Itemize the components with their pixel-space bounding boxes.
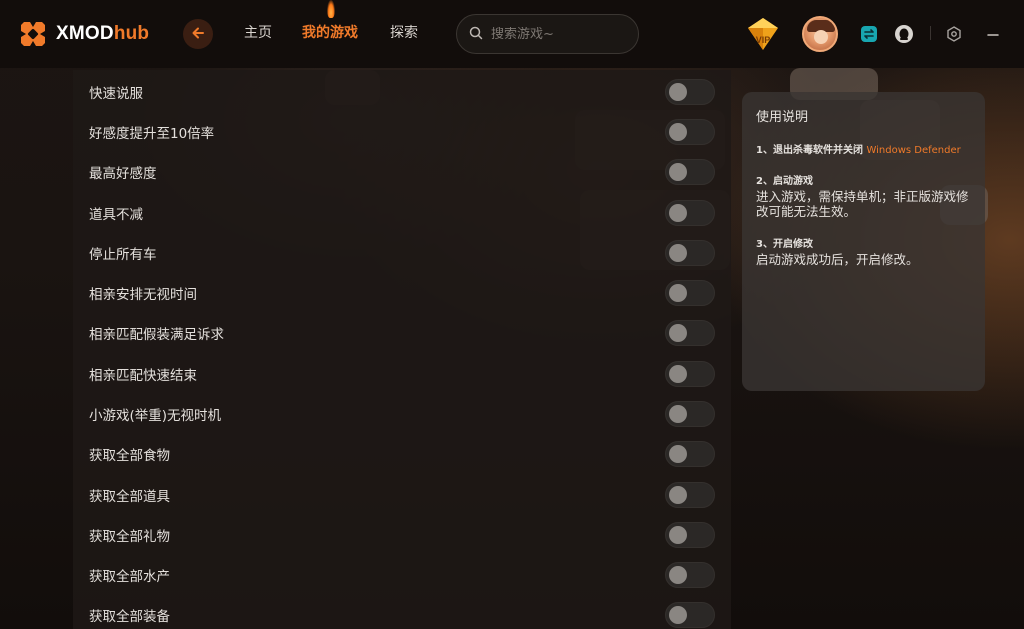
logo-text: XMODhub <box>56 23 150 44</box>
cheat-label: 获取全部道具 <box>89 489 170 505</box>
cheat-toggle[interactable] <box>665 522 715 548</box>
top-bar: XMODhub 主页 我的游戏 探索 VIP <box>0 0 1024 68</box>
search-box[interactable] <box>456 14 639 54</box>
cheat-toggle[interactable] <box>665 482 715 508</box>
cheat-label: 获取全部装备 <box>89 609 170 625</box>
xmod-logo-icon <box>18 19 48 49</box>
search-icon <box>469 25 483 44</box>
cheat-label: 停止所有车 <box>89 247 157 263</box>
cheat-toggle[interactable] <box>665 401 715 427</box>
cheat-label: 获取全部水产 <box>89 569 170 585</box>
cheat-toggle[interactable] <box>665 602 715 628</box>
cheat-label: 快速说服 <box>89 86 143 102</box>
cheat-label: 相亲匹配快速结束 <box>89 368 197 384</box>
instruction-step: 3、开启修改 启动游戏成功后，开启修改。 <box>756 235 971 267</box>
cheat-toggle[interactable] <box>665 320 715 346</box>
nav-explore[interactable]: 探索 <box>390 22 418 42</box>
cheat-row: 快速说服 <box>73 70 731 110</box>
cheat-toggle[interactable] <box>665 119 715 145</box>
cheat-toggle[interactable] <box>665 240 715 266</box>
cheat-label: 获取全部礼物 <box>89 529 170 545</box>
app-switch-icon[interactable] <box>859 24 879 44</box>
cheat-row: 停止所有车 <box>73 231 731 271</box>
support-chat-icon[interactable] <box>894 24 914 44</box>
search-input[interactable] <box>491 26 621 42</box>
instructions-panel: 使用说明 1、退出杀毒软件并关闭 Windows Defender 2、启动游戏… <box>742 92 985 391</box>
cheat-toggle[interactable] <box>665 159 715 185</box>
cheat-label: 相亲匹配假装满足诉求 <box>89 327 224 343</box>
step-title: 1、退出杀毒软件并关闭 Windows Defender <box>756 145 961 156</box>
instruction-step: 1、退出杀毒软件并关闭 Windows Defender <box>756 141 971 156</box>
cheat-row: 相亲匹配假装满足诉求 <box>73 311 731 351</box>
app-logo[interactable]: XMODhub <box>18 19 149 49</box>
nav-my-games[interactable]: 我的游戏 <box>302 22 358 42</box>
cheat-row: 获取全部水产 <box>73 553 731 593</box>
step-highlight: Windows Defender <box>866 145 961 156</box>
cheat-toggle[interactable] <box>665 280 715 306</box>
step-text: 进入游戏，需保持单机；非正版游戏修改可能无法生效。 <box>756 189 969 219</box>
cheat-toggle[interactable] <box>665 200 715 226</box>
minimize-icon[interactable] <box>983 24 1003 44</box>
settings-icon[interactable] <box>944 24 964 44</box>
cheat-label: 相亲安排无视时间 <box>89 287 197 303</box>
cheat-row: 好感度提升至10倍率 <box>73 110 731 150</box>
step-text: 启动游戏成功后，开启修改。 <box>756 252 919 267</box>
active-tab-indicator <box>327 0 335 18</box>
cheat-row: 相亲安排无视时间 <box>73 271 731 311</box>
vip-badge[interactable]: VIP <box>744 16 782 52</box>
arrow-left-icon <box>191 25 205 44</box>
cheat-label: 道具不减 <box>89 207 143 223</box>
step-title: 3、开启修改 <box>756 239 813 250</box>
cheat-toggle[interactable] <box>665 79 715 105</box>
cheat-row: 最高好感度 <box>73 150 731 190</box>
cheat-row: 道具不减 <box>73 191 731 231</box>
cheat-label: 获取全部食物 <box>89 448 170 464</box>
instruction-step: 2、启动游戏 进入游戏，需保持单机；非正版游戏修改可能无法生效。 <box>756 172 971 219</box>
cheat-row: 获取全部礼物 <box>73 513 731 553</box>
cheat-list: 快速说服 好感度提升至10倍率 最高好感度 道具不减 停止所有车 相亲安排无视时… <box>73 70 731 629</box>
nav-home[interactable]: 主页 <box>244 22 272 42</box>
cheat-label: 小游戏(举重)无视时机 <box>89 408 222 424</box>
cheat-toggle[interactable] <box>665 441 715 467</box>
instructions-title: 使用说明 <box>756 110 809 125</box>
back-button[interactable] <box>183 19 213 49</box>
user-avatar[interactable] <box>802 16 838 52</box>
vip-label: VIP <box>756 35 771 45</box>
cheat-row: 获取全部食物 <box>73 432 731 472</box>
header-divider <box>930 26 931 40</box>
step-title: 2、启动游戏 <box>756 176 813 187</box>
app-window: XMODhub 主页 我的游戏 探索 VIP <box>0 0 1024 629</box>
cheat-row: 获取全部道具 <box>73 473 731 513</box>
cheat-label: 最高好感度 <box>89 166 157 182</box>
cheat-toggle[interactable] <box>665 562 715 588</box>
cheat-label: 好感度提升至10倍率 <box>89 126 215 142</box>
cheat-row: 小游戏(举重)无视时机 <box>73 392 731 432</box>
cheat-row: 获取全部装备 <box>73 593 731 629</box>
cheat-toggle[interactable] <box>665 361 715 387</box>
cheat-row: 相亲匹配快速结束 <box>73 352 731 392</box>
